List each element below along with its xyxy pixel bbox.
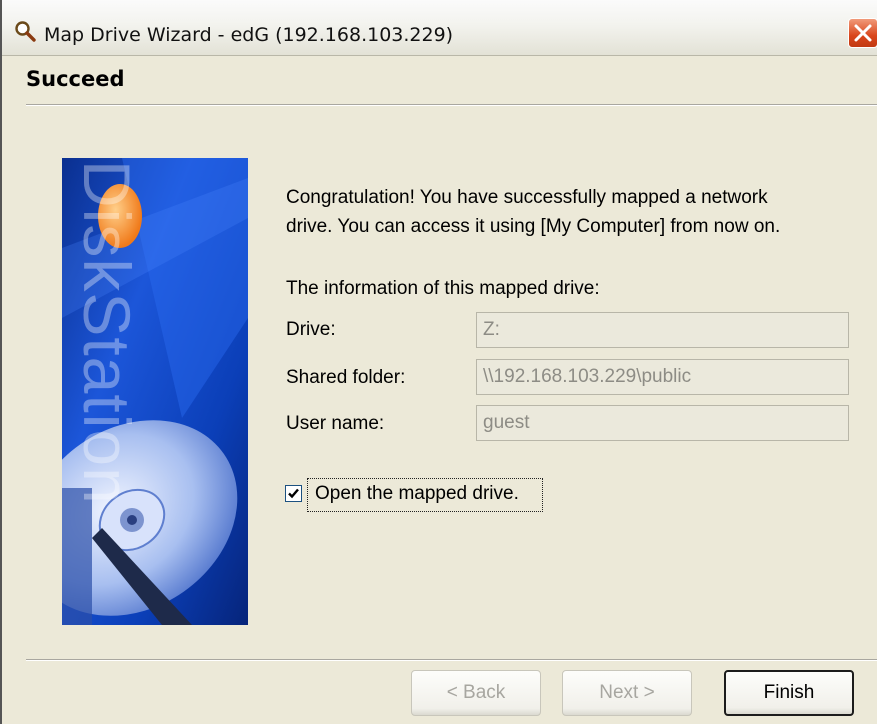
drive-label: Drive: <box>286 319 336 340</box>
wizard-header <box>4 56 877 104</box>
shared-folder-label: Shared folder: <box>286 367 406 388</box>
footer-divider <box>26 659 877 661</box>
user-name-field: guest <box>476 405 849 441</box>
success-message-line1: Congratulation! You have successfully ma… <box>286 187 768 208</box>
drive-field: Z: <box>476 312 849 348</box>
close-button[interactable] <box>848 18 877 48</box>
back-button[interactable]: < Back <box>411 670 541 716</box>
open-drive-label[interactable]: Open the mapped drive. <box>315 483 519 505</box>
info-heading: The information of this mapped drive: <box>286 278 600 299</box>
success-message-line2: drive. You can access it using [My Compu… <box>286 216 781 237</box>
page-title: Succeed <box>26 67 125 91</box>
map-drive-wizard-window: Map Drive Wizard - edG (192.168.103.229)… <box>0 0 877 724</box>
header-divider <box>26 104 877 106</box>
close-icon <box>854 24 872 42</box>
next-button[interactable]: Next > <box>562 670 692 716</box>
open-drive-checkbox[interactable] <box>285 485 302 502</box>
finish-button[interactable]: Finish <box>724 670 854 716</box>
window-title: Map Drive Wizard - edG (192.168.103.229) <box>44 24 454 46</box>
checkmark-icon <box>288 488 299 499</box>
user-name-label: User name: <box>286 413 385 434</box>
shared-folder-field: \\192.168.103.229\public <box>476 359 849 395</box>
success-message: Congratulation! You have successfully ma… <box>286 183 780 241</box>
magnifier-icon <box>15 21 36 42</box>
title-bar[interactable]: Map Drive Wizard - edG (192.168.103.229) <box>2 0 877 56</box>
banner-brand-text: DiskStation <box>70 160 144 505</box>
diskstation-banner: DiskStation <box>62 158 248 625</box>
